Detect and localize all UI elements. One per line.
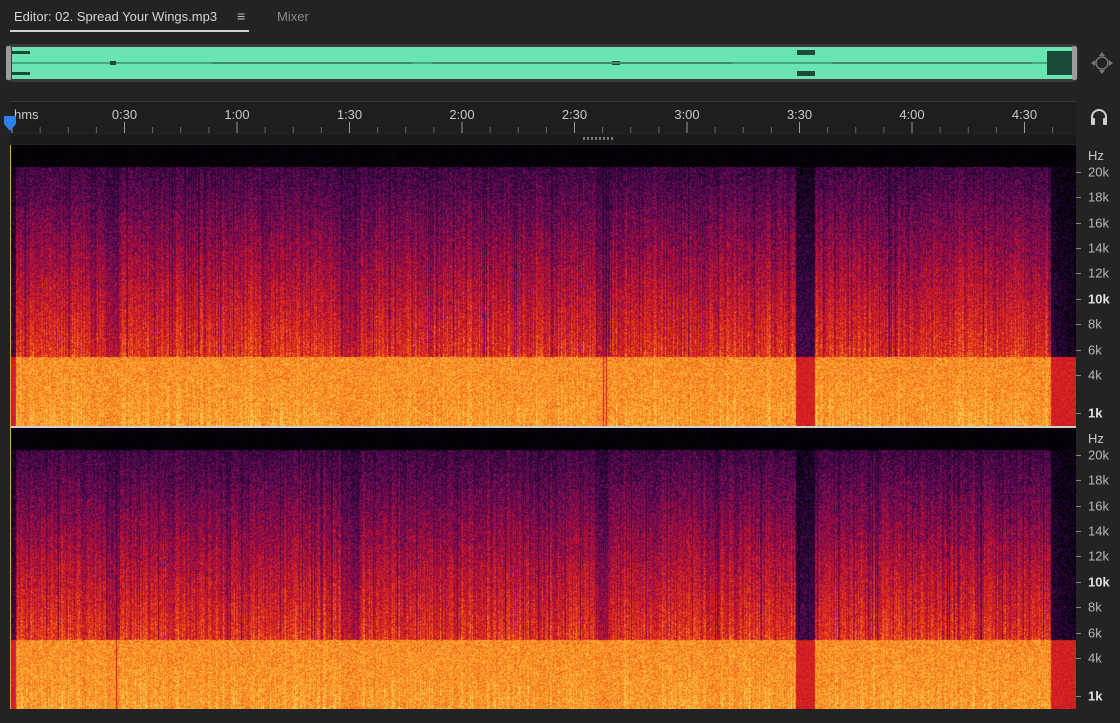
spectrogram-channel-left[interactable] [10, 145, 1076, 426]
frequency-label: 12k [1088, 265, 1109, 281]
tab-mixer[interactable]: Mixer [277, 9, 309, 24]
zoom-navigator-icon[interactable] [1090, 51, 1114, 75]
frequency-unit: Hz [1088, 431, 1104, 446]
frequency-label: 6k [1088, 625, 1102, 641]
frequency-label: 6k [1088, 342, 1102, 358]
frequency-label: 16k [1088, 215, 1109, 231]
frequency-tick [1076, 172, 1081, 173]
frequency-tick [1076, 505, 1081, 507]
playhead-marker-icon[interactable] [3, 116, 17, 132]
frequency-tick [1076, 413, 1081, 414]
splitter-grip-icon[interactable] [583, 137, 613, 140]
overview-right-handle[interactable] [1072, 46, 1077, 80]
frequency-tick [1076, 197, 1081, 199]
frequency-label: 4k [1088, 367, 1102, 383]
frequency-tick [1076, 696, 1081, 697]
active-tab-indicator [10, 30, 249, 32]
frequency-tick [1076, 324, 1081, 326]
time-ruler[interactable]: hms 0:30 1:00 1:30 2:00 2:30 3:00 3:30 4:00 4:30 [10, 101, 1076, 133]
headphone-icon[interactable] [1090, 108, 1108, 126]
ruler-time-label: 4:00 [899, 107, 925, 122]
frequency-tick [1076, 374, 1081, 376]
ruler-time-label: 2:00 [449, 107, 475, 122]
frequency-axis-left: Hz 20k 18k 16k 14k 12k 10k 8k 6k 4k 1k [1076, 145, 1120, 426]
frequency-axis-right: Hz 20k 18k 16k 14k 12k 10k 8k 6k 4k 1k [1076, 428, 1120, 709]
frequency-label: 14k [1088, 240, 1109, 256]
frequency-label: 12k [1088, 548, 1109, 564]
tab-bar: Editor: 02. Spread Your Wings.mp3 ≡ Mixe… [0, 0, 1120, 38]
frequency-tick [1076, 607, 1081, 609]
frequency-label: 10k [1088, 291, 1110, 307]
frequency-label: 1k [1088, 405, 1103, 421]
panel-splitter[interactable] [10, 134, 1076, 144]
spectrogram-channel-right[interactable] [10, 428, 1076, 709]
ruler-time-label: 0:30 [111, 107, 138, 122]
ruler-time-label: 3:30 [786, 107, 813, 122]
frequency-label: 1k [1088, 688, 1103, 704]
tab-menu-icon[interactable]: ≡ [237, 8, 245, 24]
overview-left-handle[interactable] [6, 46, 11, 80]
ruler-time-label: 1:30 [336, 107, 363, 122]
frequency-label: 20k [1088, 164, 1109, 180]
tab-editor[interactable]: Editor: 02. Spread Your Wings.mp3 [14, 9, 217, 24]
frequency-tick [1076, 349, 1081, 351]
frequency-tick [1076, 657, 1081, 659]
frequency-tick [1076, 581, 1081, 583]
frequency-tick [1076, 273, 1081, 275]
bottom-strip [0, 709, 1120, 723]
frequency-label: 8k [1088, 599, 1102, 615]
frequency-unit: Hz [1088, 148, 1104, 163]
time-cursor-line [10, 145, 11, 709]
ruler-time-label: 2:30 [561, 107, 588, 122]
frequency-tick [1076, 632, 1081, 634]
frequency-tick [1076, 480, 1081, 482]
ruler-time-label: 4:30 [1011, 107, 1038, 122]
frequency-label: 10k [1088, 574, 1110, 590]
overview-waveform[interactable] [12, 47, 1075, 79]
frequency-tick [1076, 531, 1081, 533]
frequency-tick [1076, 455, 1081, 456]
frequency-tick [1076, 298, 1081, 300]
ruler-time-label: 3:00 [674, 107, 700, 122]
frequency-label: 14k [1088, 523, 1109, 539]
frequency-label: 18k [1088, 189, 1109, 205]
frequency-tick [1076, 248, 1081, 250]
frequency-label: 18k [1088, 472, 1109, 488]
frequency-label: 8k [1088, 316, 1102, 332]
frequency-label: 4k [1088, 650, 1102, 666]
frequency-tick [1076, 556, 1081, 558]
ruler-time-label: 1:00 [224, 107, 250, 122]
frequency-label: 16k [1088, 498, 1109, 514]
frequency-tick [1076, 222, 1081, 224]
frequency-label: 20k [1088, 447, 1109, 463]
